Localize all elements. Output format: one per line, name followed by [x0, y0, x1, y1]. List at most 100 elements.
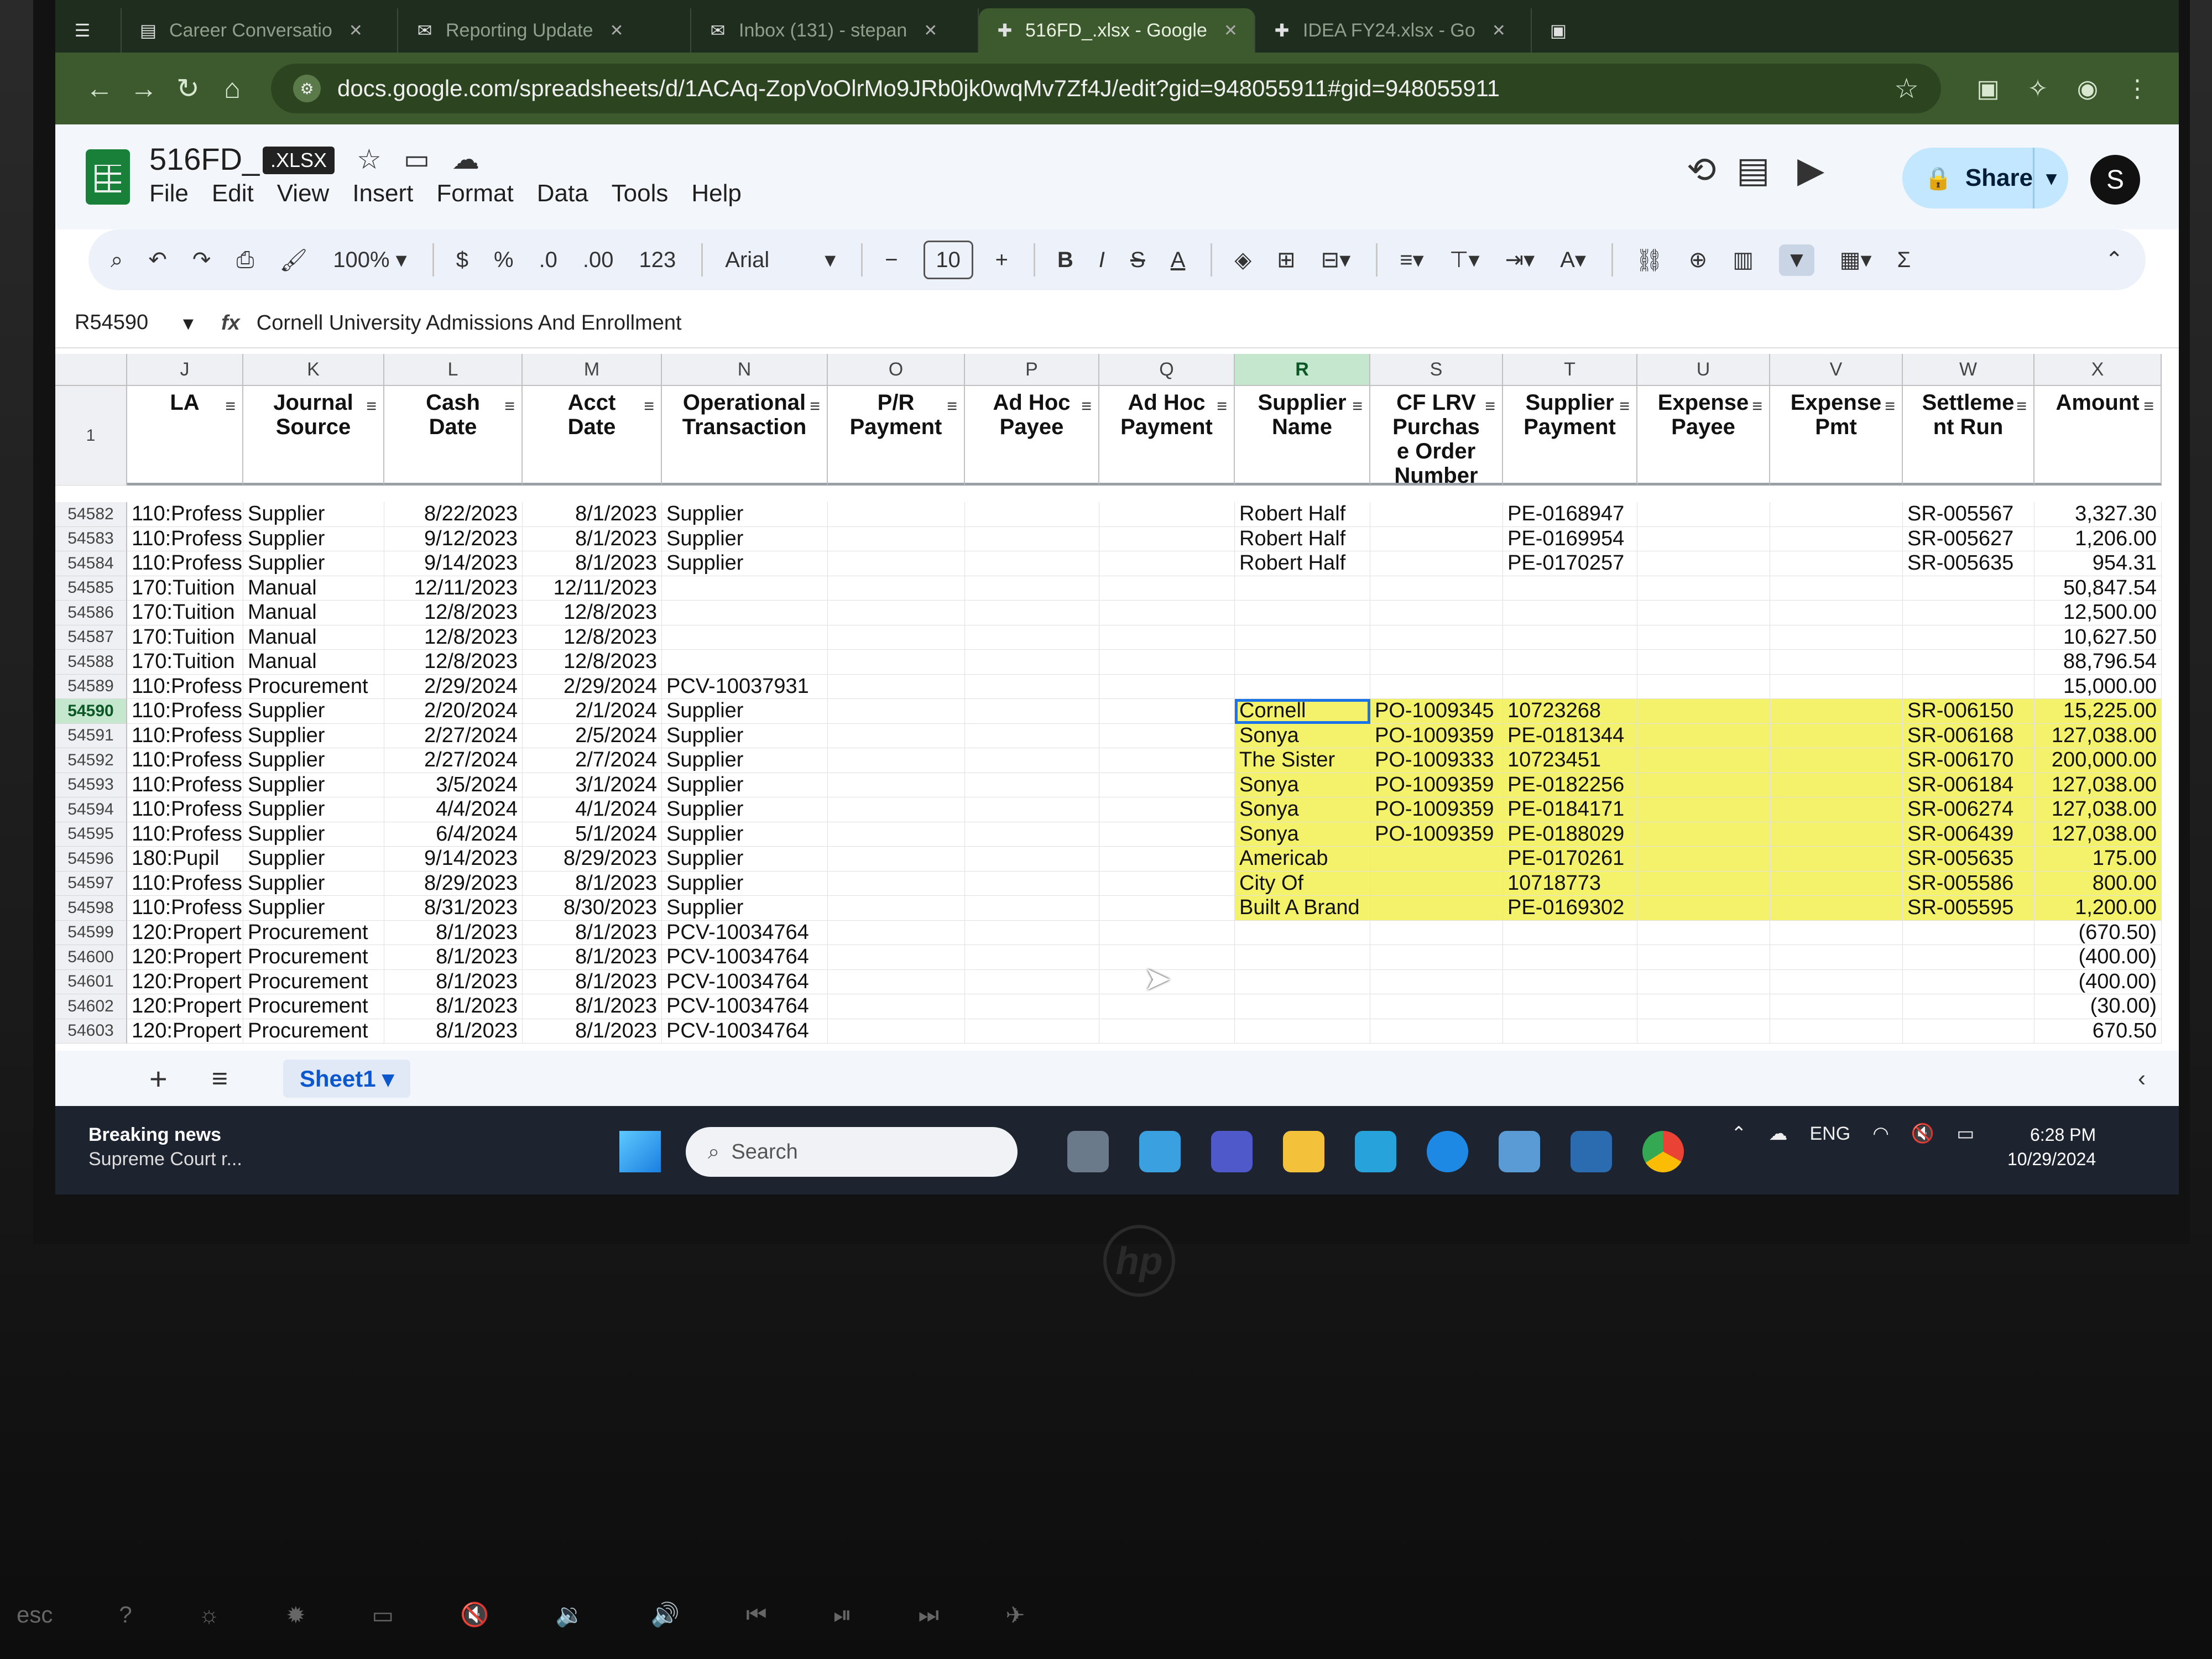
table-cell[interactable] — [1503, 920, 1637, 945]
search-icon[interactable]: ⌕ — [111, 248, 123, 273]
table-cell[interactable] — [1370, 526, 1503, 551]
table-cell[interactable]: 10723268 — [1503, 699, 1637, 724]
table-cell[interactable] — [1770, 920, 1903, 945]
table-cell[interactable] — [1903, 920, 2034, 945]
table-cell[interactable]: Manual — [243, 650, 384, 675]
table-cell[interactable] — [965, 822, 1099, 847]
table-cell[interactable] — [1770, 797, 1903, 822]
align-icon[interactable]: ≡▾ — [1400, 247, 1423, 273]
table-cell[interactable] — [1503, 945, 1637, 970]
field-header[interactable]: CF LRV Purchas e Order Number ≡ — [1370, 386, 1503, 488]
table-cell[interactable]: 8/22/2023 — [384, 502, 523, 527]
table-cell[interactable] — [1235, 625, 1370, 650]
table-cell[interactable]: 2/1/2024 — [523, 699, 662, 724]
functions-button[interactable]: Σ — [1897, 248, 1911, 273]
table-cell[interactable] — [1770, 723, 1903, 748]
table-cell[interactable] — [1770, 773, 1903, 797]
table-cell[interactable]: SR-005595 — [1903, 896, 2034, 921]
row-header[interactable]: 54597 — [55, 871, 127, 896]
merge-cells-icon[interactable]: ⊟▾ — [1321, 247, 1351, 273]
share-button[interactable]: 🔒 Share ▾ — [1902, 148, 2068, 208]
filter-icon[interactable]: ≡ — [1752, 394, 1762, 418]
column-header-w[interactable]: W — [1903, 354, 2034, 386]
table-cell[interactable] — [1370, 625, 1503, 650]
row-header[interactable]: 54584 — [55, 551, 127, 576]
table-cell[interactable]: 12/8/2023 — [384, 625, 523, 650]
table-cell[interactable]: Supplier — [662, 797, 828, 822]
table-cell[interactable] — [1099, 674, 1235, 699]
table-cell[interactable]: SR-005627 — [1903, 526, 2034, 551]
table-cell[interactable]: PO-1009359 — [1370, 797, 1503, 822]
row-header[interactable]: 54603 — [55, 1019, 127, 1044]
column-header-o[interactable]: O — [828, 354, 965, 386]
table-cell[interactable]: 110:Profess — [127, 551, 243, 576]
table-cell[interactable] — [1235, 920, 1370, 945]
table-cell[interactable]: Built A Brand — [1235, 896, 1370, 921]
table-cell[interactable] — [1099, 748, 1235, 773]
table-cell[interactable]: Sonya — [1235, 723, 1370, 748]
table-cell[interactable]: Procurement — [243, 945, 384, 970]
table-cell[interactable] — [1637, 773, 1770, 797]
table-cell[interactable]: PO-1009345 — [1370, 699, 1503, 724]
table-cell[interactable] — [1770, 1019, 1903, 1044]
table-cell[interactable] — [1637, 748, 1770, 773]
table-cell[interactable]: Manual — [243, 601, 384, 625]
table-cell[interactable]: 12/8/2023 — [523, 625, 662, 650]
table-cell[interactable]: PE-0184171 — [1503, 797, 1637, 822]
table-cell[interactable]: Sonya — [1235, 773, 1370, 797]
table-cell[interactable]: PO-1009333 — [1370, 748, 1503, 773]
table-cell[interactable] — [828, 526, 965, 551]
row-header[interactable]: 1 — [55, 386, 127, 486]
table-cell[interactable]: Supplier — [243, 502, 384, 527]
table-cell[interactable]: 2/27/2024 — [384, 748, 523, 773]
table-cell[interactable]: 2/5/2024 — [523, 723, 662, 748]
table-cell[interactable]: Supplier — [243, 551, 384, 576]
borders-icon[interactable]: ⊞ — [1277, 247, 1296, 273]
table-cell[interactable] — [1903, 601, 2034, 625]
table-cell[interactable]: 6/4/2024 — [384, 822, 523, 847]
table-cell[interactable] — [965, 896, 1099, 921]
table-cell[interactable]: Robert Half — [1235, 551, 1370, 576]
table-cell[interactable]: 120:Propert — [127, 969, 243, 994]
table-cell[interactable]: Sonya — [1235, 822, 1370, 847]
table-cell[interactable] — [662, 650, 828, 675]
table-cell[interactable] — [1637, 551, 1770, 576]
percent-button[interactable]: % — [494, 248, 514, 273]
sheets-logo-icon[interactable] — [86, 149, 130, 205]
browser-tab[interactable]: ✉ Inbox (131) - stepan ✕ — [691, 8, 979, 53]
filter-icon[interactable]: ≡ — [1352, 394, 1363, 418]
table-cell[interactable]: SR-006168 — [1903, 723, 2034, 748]
row-header[interactable]: 54586 — [55, 601, 127, 625]
bold-button[interactable]: B — [1057, 248, 1073, 273]
text-rotation-icon[interactable]: A▾ — [1560, 247, 1586, 273]
column-header-r[interactable]: R — [1235, 354, 1370, 386]
table-cell[interactable]: 127,038.00 — [2034, 723, 2162, 748]
comments-icon[interactable]: ▤ — [1736, 149, 1770, 191]
menu-tools[interactable]: Tools — [612, 180, 669, 207]
chevron-up-icon[interactable]: ⌃ — [1731, 1123, 1747, 1145]
table-cell[interactable]: Robert Half — [1235, 526, 1370, 551]
table-cell[interactable] — [1903, 674, 2034, 699]
table-cell[interactable] — [1099, 625, 1235, 650]
cloud-status-icon[interactable]: ☁ — [452, 143, 479, 175]
table-cell[interactable]: 170:Tuition — [127, 601, 243, 625]
filter-icon[interactable]: ≡ — [1485, 394, 1495, 418]
column-header-t[interactable]: T — [1503, 354, 1637, 386]
table-cell[interactable] — [1770, 625, 1903, 650]
menu-data[interactable]: Data — [537, 180, 588, 207]
table-cell[interactable]: 8/1/2023 — [523, 1019, 662, 1044]
meet-icon[interactable]: ▶ — [1797, 149, 1824, 191]
table-cell[interactable]: SR-006439 — [1903, 822, 2034, 847]
row-header[interactable]: 54602 — [55, 994, 127, 1019]
table-cell[interactable]: 110:Profess — [127, 773, 243, 797]
column-header-m[interactable]: M — [523, 354, 662, 386]
table-cell[interactable] — [1370, 1019, 1503, 1044]
table-cell[interactable] — [1770, 650, 1903, 675]
name-box[interactable]: R54590 ▾ — [55, 311, 216, 336]
table-cell[interactable]: Procurement — [243, 1019, 384, 1044]
row-header[interactable]: 54582 — [55, 502, 127, 527]
table-cell[interactable] — [965, 797, 1099, 822]
table-cell[interactable] — [662, 625, 828, 650]
column-header-k[interactable]: K — [243, 354, 384, 386]
paint-format-icon[interactable]: 🖌 — [279, 247, 307, 273]
